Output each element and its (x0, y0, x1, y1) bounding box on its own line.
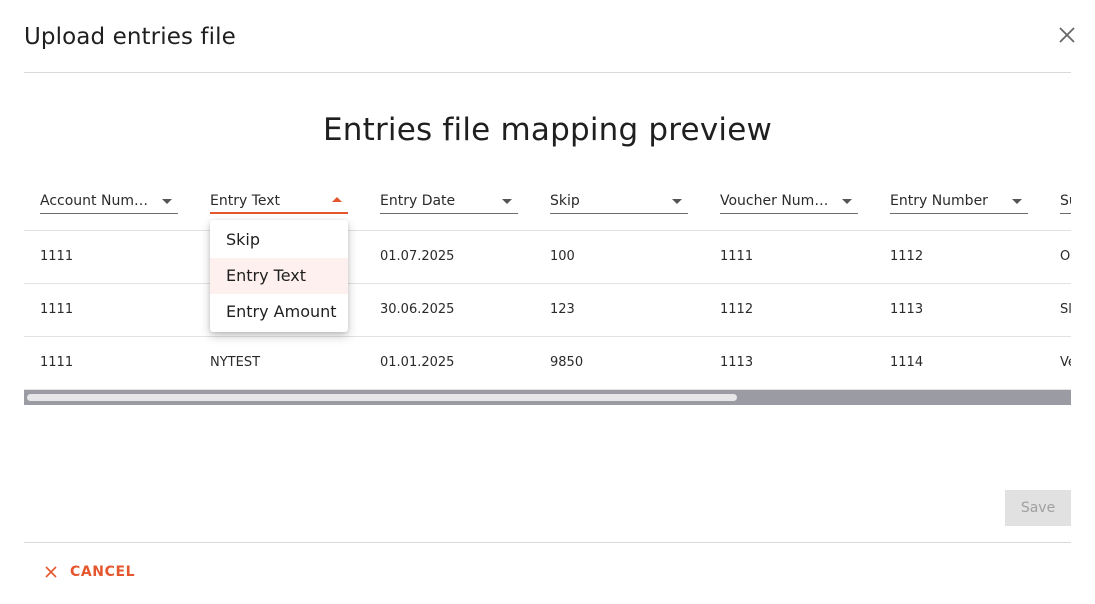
column-select-1[interactable]: Account Numb... (40, 188, 178, 214)
column-select-5[interactable]: Voucher Numb... (720, 188, 858, 214)
column-select-label: Su (1060, 193, 1071, 209)
table-cell: Ve (1060, 355, 1071, 370)
footer-divider (24, 542, 1071, 543)
table-row: 1111 01.07.2025 100 1111 1112 O (24, 231, 1071, 284)
dropdown-option-entry-amount[interactable]: Entry Amount (210, 294, 348, 330)
chevron-down-icon (162, 199, 172, 204)
scrollbar-thumb[interactable] (27, 394, 737, 401)
table-cell: 1112 (890, 249, 924, 264)
table-cell: 1111 (720, 249, 754, 264)
chevron-down-icon (842, 199, 852, 204)
table-cell: 30.06.2025 (380, 302, 455, 317)
column-mapping-dropdown: Skip Entry Text Entry Amount (210, 220, 348, 332)
chevron-down-icon (672, 199, 682, 204)
chevron-down-icon (1012, 199, 1022, 204)
table-cell: 1113 (720, 355, 754, 370)
column-select-2[interactable]: Entry Text (210, 188, 348, 214)
column-select-6[interactable]: Entry Number (890, 188, 1028, 214)
table-cell: O (1060, 249, 1071, 264)
mapping-heading: Entries file mapping preview (322, 112, 773, 148)
horizontal-scrollbar[interactable] (24, 390, 1071, 405)
table-cell: 1111 (40, 355, 74, 370)
table-cell: 01.07.2025 (380, 249, 455, 264)
save-button[interactable]: Save (1005, 490, 1071, 526)
header-divider (24, 72, 1071, 73)
table-cell: 1111 (40, 249, 74, 264)
table-cell: 1114 (890, 355, 924, 370)
table-cell: 123 (550, 302, 575, 317)
column-select-4[interactable]: Skip (550, 188, 688, 214)
column-select-label: Entry Number (890, 193, 988, 209)
table-cell: NYTEST (210, 355, 261, 370)
table-cell: Sl (1060, 302, 1071, 317)
dropdown-option-skip[interactable]: Skip (210, 222, 348, 258)
chevron-up-icon (332, 197, 342, 202)
column-select-3[interactable]: Entry Date (380, 188, 518, 214)
chevron-down-icon (502, 199, 512, 204)
column-select-label: Voucher Numb... (720, 193, 832, 209)
column-select-7[interactable]: Su (1060, 188, 1071, 214)
column-select-label: Entry Date (380, 193, 456, 209)
table-row: 1111 30.06.2025 123 1112 1113 Sl (24, 284, 1071, 337)
mapping-table: Account Numb... Entry Text Entry Date Sk… (24, 178, 1071, 406)
close-icon[interactable] (1056, 24, 1078, 46)
column-select-label: Entry Text (210, 193, 281, 209)
column-select-label: Account Numb... (40, 193, 152, 209)
dropdown-option-entry-text[interactable]: Entry Text (210, 258, 348, 294)
table-cell: 01.01.2025 (380, 355, 455, 370)
table-cell: 1111 (40, 302, 74, 317)
table-cell: 9850 (550, 355, 584, 370)
table-cell: 1112 (720, 302, 754, 317)
table-cell: 100 (550, 249, 575, 264)
upload-dialog: Upload entries file Entries file mapping… (0, 0, 1095, 604)
header-row: Account Numb... Entry Text Entry Date Sk… (24, 178, 1071, 231)
table-row: 1111 NYTEST 01.01.2025 9850 1113 1114 Ve (24, 337, 1071, 390)
cancel-button[interactable]: CANCEL (44, 562, 135, 582)
close-icon (45, 566, 57, 578)
column-select-label: Skip (550, 193, 580, 209)
table-cell: 1113 (890, 302, 924, 317)
dialog-title: Upload entries file (24, 24, 236, 50)
cancel-label: CANCEL (70, 564, 136, 580)
